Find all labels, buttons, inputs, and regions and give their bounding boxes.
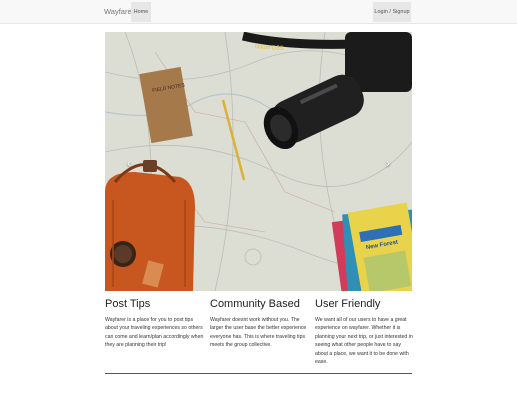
feature-column-user-friendly: User Friendly We want all of our users t…	[315, 297, 414, 366]
feature-title: Post Tips	[105, 298, 151, 310]
feature-column-post-tips: Post Tips Wayfarer is a place for you to…	[105, 297, 204, 350]
travel-map-image: FIELD NOTES Nikon D3S New Forest	[105, 32, 412, 291]
brand-link[interactable]: Wayfarer	[104, 7, 134, 16]
nav-login-signup-link[interactable]: Login / Signup	[373, 2, 411, 22]
travel-guide-books: New Forest	[331, 202, 412, 291]
nav-home-link[interactable]: Home	[131, 2, 151, 22]
feature-title: User Friendly	[315, 298, 381, 310]
orange-backpack	[105, 160, 195, 291]
navbar: Wayfarer Home Login / Signup	[0, 0, 517, 24]
feature-title: Community Based	[210, 298, 300, 310]
footer-divider	[105, 373, 412, 374]
image-carousel: FIELD NOTES Nikon D3S New Forest ‹ ›	[105, 32, 412, 291]
chevron-left-icon[interactable]: ‹	[122, 156, 136, 170]
feature-description: Wayfarer is a place for you to post tips…	[105, 317, 204, 349]
feature-description: We want all of our users to have a great…	[315, 317, 413, 366]
feature-column-community: Community Based Wayfarer doesnt work wit…	[210, 297, 309, 350]
chevron-right-icon[interactable]: ›	[381, 156, 395, 170]
feature-description: Wayfarer doesnt work without you. The la…	[210, 317, 307, 349]
